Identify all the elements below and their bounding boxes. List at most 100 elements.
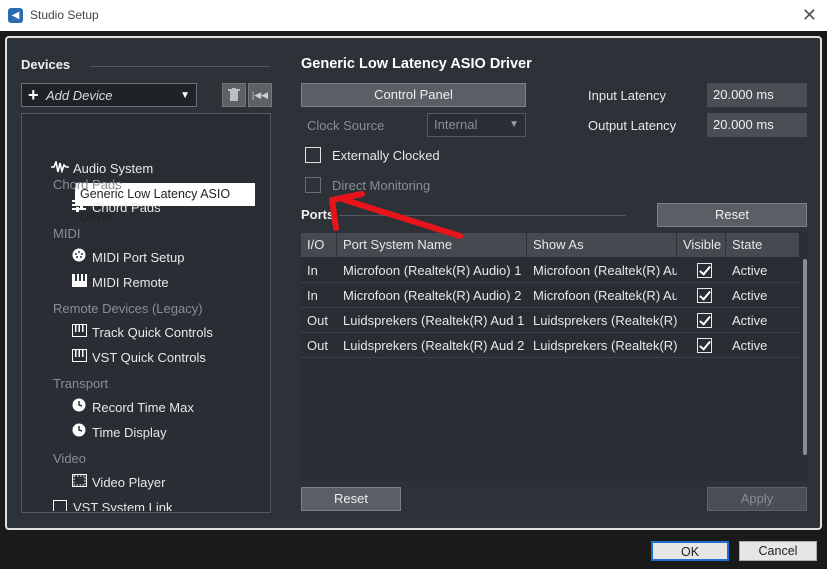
- apply-button[interactable]: Apply: [707, 487, 807, 511]
- film-icon: [70, 472, 88, 494]
- keyboard-icon: [70, 322, 88, 344]
- keyboard-icon: [70, 347, 88, 369]
- tree-item-midi-port-setup[interactable]: MIDI Port Setup: [70, 247, 184, 269]
- tree-item-time-display[interactable]: Time Display: [70, 422, 167, 444]
- cell-state: Active: [732, 313, 768, 328]
- ok-button[interactable]: OK: [651, 541, 729, 561]
- output-latency-value: 20.000 ms: [707, 113, 807, 137]
- add-device-dropdown[interactable]: + Add Device ▼: [21, 83, 197, 107]
- tree-item-label: Video Player: [92, 475, 166, 490]
- cell-visible: [691, 308, 726, 333]
- cell-state: Active: [732, 263, 768, 278]
- tree-item-label: Track Quick Controls: [92, 325, 213, 340]
- cell-show-as[interactable]: Microfoon (Realtek(R) Au: [527, 258, 677, 283]
- sliders-icon: [70, 197, 88, 219]
- category-midi: MIDI: [53, 226, 81, 241]
- input-latency-value: 20.000 ms: [707, 83, 807, 107]
- devices-divider: [90, 66, 270, 67]
- reset-device-icon[interactable]: |◀◀: [248, 83, 272, 107]
- cancel-button[interactable]: Cancel: [739, 541, 817, 561]
- column-header-port-system-name[interactable]: Port System Name: [337, 233, 527, 257]
- tree-item-label: Record Time Max: [92, 400, 194, 415]
- add-device-label: Add Device: [46, 88, 113, 103]
- tree-item-label: Chord Pads: [92, 200, 161, 215]
- category-remote-devices: Remote Devices (Legacy): [53, 301, 203, 316]
- table-row[interactable]: In Microfoon (Realtek(R) Audio) 2 Microf…: [301, 283, 799, 308]
- driver-title: Generic Low Latency ASIO Driver: [301, 56, 532, 72]
- keyboard-icon: [70, 272, 88, 294]
- cell-port-system-name: Microfoon (Realtek(R) Audio) 1: [343, 263, 522, 278]
- category-video: Video: [53, 451, 87, 466]
- tree-item-vst-quick-controls[interactable]: VST Quick Controls: [70, 347, 206, 369]
- visible-checkbox[interactable]: [697, 263, 712, 278]
- chevron-down-icon: ▼: [180, 90, 190, 101]
- input-latency-label: Input Latency: [588, 88, 667, 103]
- cell-visible: [691, 333, 726, 358]
- title-bar: ◀ Studio Setup ✕: [0, 0, 827, 31]
- tree-item-midi-remote[interactable]: MIDI Remote: [70, 272, 169, 294]
- ports-heading: Ports: [301, 207, 335, 222]
- close-icon[interactable]: ✕: [802, 5, 817, 25]
- ports-divider: [339, 215, 626, 216]
- externally-clocked-checkbox[interactable]: [305, 147, 321, 163]
- tree-item-label: VST Quick Controls: [92, 350, 206, 365]
- cell-visible: [691, 258, 726, 283]
- clock-source-select[interactable]: Internal ▼: [427, 113, 526, 137]
- clock-source-label: Clock Source: [307, 118, 385, 133]
- column-header-state[interactable]: State: [726, 233, 799, 257]
- cell-port-system-name: Microfoon (Realtek(R) Audio) 2: [343, 288, 522, 303]
- clock-icon: [70, 397, 88, 419]
- cell-state: Active: [732, 288, 768, 303]
- clock-icon: [70, 422, 88, 444]
- cell-visible: [691, 283, 726, 308]
- devices-heading: Devices: [21, 57, 71, 72]
- category-transport: Transport: [53, 376, 109, 391]
- tree-item-video-player[interactable]: Video Player: [70, 472, 165, 494]
- trash-icon[interactable]: [222, 83, 246, 107]
- externally-clocked-label: Externally Clocked: [332, 148, 440, 163]
- cell-io: In: [307, 263, 318, 278]
- ports-table-header: I/O Port System Name Show As Visible Sta…: [301, 233, 799, 257]
- cell-state: Active: [732, 338, 768, 353]
- cell-show-as[interactable]: Luidsprekers (Realtek(R) ⁄: [527, 308, 677, 333]
- window-title: Studio Setup: [30, 8, 99, 22]
- cell-show-as[interactable]: Microfoon (Realtek(R) Au: [527, 283, 677, 308]
- table-row[interactable]: Out Luidsprekers (Realtek(R) Aud 2 Luids…: [301, 333, 799, 358]
- ports-reset-button[interactable]: Reset: [657, 203, 807, 227]
- output-latency-label: Output Latency: [588, 118, 677, 133]
- column-header-io[interactable]: I/O: [301, 233, 337, 257]
- tree-item-vst-system-link[interactable]: VST System Link: [51, 497, 172, 511]
- table-row[interactable]: Out Luidsprekers (Realtek(R) Aud 1 Luids…: [301, 308, 799, 333]
- cell-io: Out: [307, 338, 328, 353]
- clock-source-value: Internal: [434, 117, 478, 132]
- plus-icon: +: [28, 85, 39, 105]
- tree-item-label: Audio System: [73, 161, 154, 176]
- column-header-show-as[interactable]: Show As: [527, 233, 677, 257]
- studio-setup-panel: Devices + Add Device ▼ |◀◀ Audio System …: [5, 36, 822, 530]
- tree-item-track-quick-controls[interactable]: Track Quick Controls: [70, 322, 213, 344]
- ports-table: I/O Port System Name Show As Visible Sta…: [301, 233, 807, 481]
- visible-checkbox[interactable]: [697, 338, 712, 353]
- midi-port-icon: [70, 247, 88, 269]
- cell-io: Out: [307, 313, 328, 328]
- column-header-visible[interactable]: Visible: [677, 233, 726, 257]
- tree-item-label: Time Display: [92, 425, 167, 440]
- visible-checkbox[interactable]: [697, 313, 712, 328]
- cell-show-as[interactable]: Luidsprekers (Realtek(R) ⁄: [527, 333, 677, 358]
- tree-item-chord-pads[interactable]: Chord Pads: [70, 197, 161, 219]
- table-scrollbar[interactable]: [803, 259, 807, 455]
- control-panel-button[interactable]: Control Panel: [301, 83, 526, 107]
- link-icon: [51, 497, 69, 511]
- tree-item-record-time-max[interactable]: Record Time Max: [70, 397, 194, 419]
- cell-port-system-name: Luidsprekers (Realtek(R) Aud 2: [343, 338, 525, 353]
- reset-button[interactable]: Reset: [301, 487, 401, 511]
- category-chord-pads: Chord Pads: [53, 177, 122, 192]
- tree-item-label: MIDI Port Setup: [92, 250, 185, 265]
- cell-port-system-name: Luidsprekers (Realtek(R) Aud 1: [343, 313, 525, 328]
- chevron-down-icon: ▼: [509, 119, 519, 130]
- table-row[interactable]: In Microfoon (Realtek(R) Audio) 1 Microf…: [301, 258, 799, 283]
- visible-checkbox[interactable]: [697, 288, 712, 303]
- direct-monitoring-label: Direct Monitoring: [332, 178, 431, 193]
- direct-monitoring-checkbox[interactable]: [305, 177, 321, 193]
- tree-item-label: MIDI Remote: [92, 275, 169, 290]
